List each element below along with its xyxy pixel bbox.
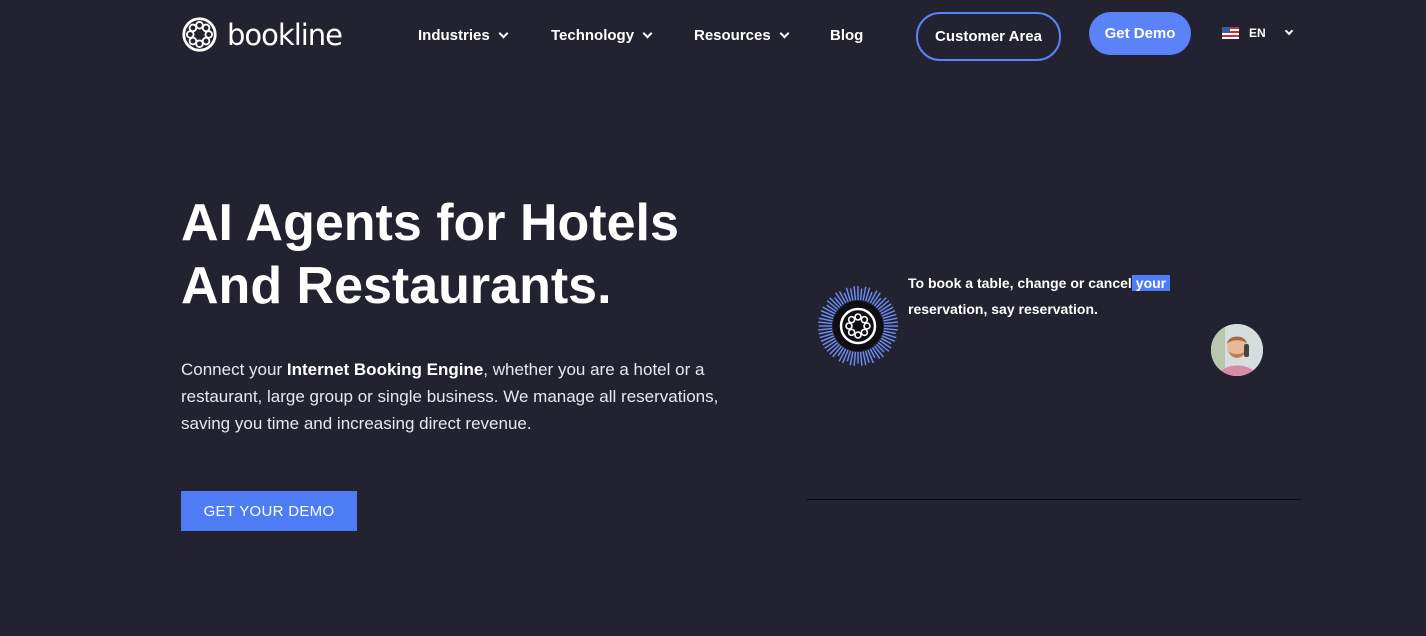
lead-bold: Internet Booking Engine: [286, 360, 484, 379]
brand-name: bookline: [227, 17, 343, 52]
nav-resources-label: Resources: [694, 27, 771, 44]
hero-description: Connect your Internet Booking Engine, wh…: [181, 356, 741, 437]
language-selector[interactable]: EN: [1222, 26, 1293, 40]
chevron-down-icon: [642, 28, 653, 39]
nav-resources[interactable]: Resources: [694, 27, 790, 44]
get-your-demo-button[interactable]: GET YOUR DEMO: [181, 491, 357, 531]
nav-industries-label: Industries: [418, 27, 490, 44]
nav-technology[interactable]: Technology: [551, 27, 653, 44]
caller-avatar: [1211, 324, 1263, 376]
hero-title-line2: And Restaurants.: [181, 257, 612, 315]
nav-blog-label: Blog: [830, 27, 864, 44]
bookline-logo-icon: [182, 17, 217, 52]
voice-agent-demo: To book a table, change or cancel your res…: [806, 260, 1301, 500]
nav-industries[interactable]: Industries: [418, 27, 509, 44]
hero-title: AI Agents for Hotels And Restaurants.: [181, 192, 781, 318]
get-demo-button[interactable]: Get Demo: [1089, 12, 1191, 55]
us-flag-icon: [1222, 27, 1239, 39]
nav-technology-label: Technology: [551, 27, 635, 44]
chevron-down-icon: [1284, 26, 1293, 36]
transcript-before: To book a table, change or cancel: [908, 275, 1132, 291]
nav-blog[interactable]: Blog: [830, 27, 863, 44]
voice-agent-burst-icon: [818, 286, 898, 366]
chevron-down-icon: [779, 28, 790, 39]
top-navigation: bookline Industries Technology Resources…: [0, 0, 1426, 76]
transcript-highlight: your: [1131, 275, 1171, 291]
demo-transcript: To book a table, change or cancel your res…: [908, 270, 1198, 322]
transcript-after: reservation, say reservation.: [908, 301, 1098, 317]
language-code: EN: [1249, 26, 1266, 40]
customer-area-button[interactable]: Customer Area: [916, 12, 1061, 61]
hero-title-line1: AI Agents for Hotels: [181, 194, 679, 252]
chevron-down-icon: [498, 28, 509, 39]
bookline-logo[interactable]: bookline: [181, 16, 343, 53]
lead-prefix: Connect your: [181, 360, 287, 379]
